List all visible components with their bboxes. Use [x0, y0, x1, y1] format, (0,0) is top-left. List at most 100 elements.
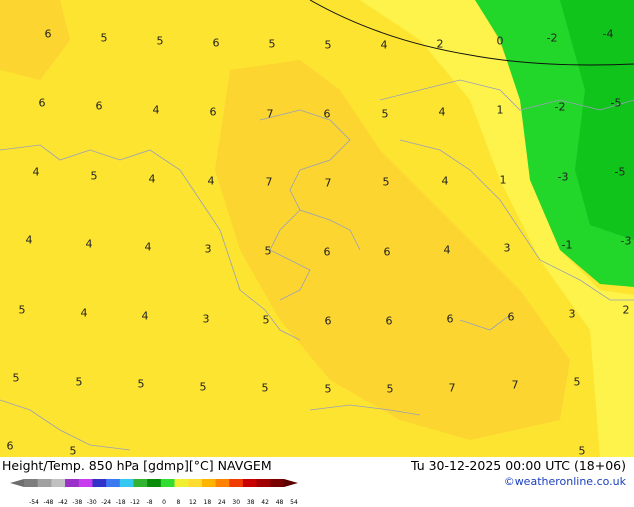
- temperature-label: 4: [441, 174, 449, 188]
- temperature-label: -1: [561, 238, 573, 252]
- temperature-label: 4: [85, 237, 93, 251]
- temperature-label: -2: [554, 100, 566, 114]
- credit-link[interactable]: ©weatheronline.co.uk: [504, 475, 626, 488]
- color-legend-swatch: [229, 479, 244, 487]
- color-legend-tick: 30: [232, 499, 241, 506]
- color-legend-swatch: [174, 479, 189, 487]
- temperature-label: 5: [75, 375, 83, 389]
- temperature-label: 5: [262, 313, 270, 327]
- temperature-label: 7: [265, 175, 273, 189]
- temperature-label: 6: [383, 245, 391, 259]
- temperature-label: 4: [380, 38, 388, 52]
- temperature-label: 7: [324, 176, 332, 190]
- temperature-label: 2: [436, 37, 444, 51]
- temperature-label: 5: [90, 169, 98, 183]
- temperature-label: 6: [385, 314, 393, 328]
- temperature-label: 5: [381, 107, 389, 121]
- color-legend-tick: -54: [29, 499, 39, 506]
- color-legend-high-arrow: [284, 479, 298, 487]
- temperature-label: -5: [614, 165, 626, 179]
- color-legend: -54 -48 -42 -38 -30 -24 -18 -12 -8 0 8 12 18 24 30 38 42…: [10, 473, 310, 506]
- temperature-label: 6: [44, 27, 52, 41]
- temperature-label: 4: [438, 105, 446, 119]
- temperature-label: 6: [507, 310, 515, 324]
- temperature-label: 5: [18, 303, 26, 317]
- temperature-label: 5: [324, 38, 332, 52]
- temperature-label: 2: [622, 303, 630, 317]
- temperature-field: [0, 0, 634, 457]
- temperature-label: 4: [32, 165, 40, 179]
- temperature-label: -3: [557, 170, 569, 184]
- color-legend-tick: -42: [57, 499, 68, 506]
- color-legend-tick: -18: [115, 499, 126, 506]
- temperature-label: 4: [148, 172, 156, 186]
- temperature-label: 4: [443, 243, 451, 257]
- temperature-label: 6: [38, 96, 46, 110]
- temperature-label: -2: [546, 31, 558, 45]
- temperature-label: 4: [25, 233, 33, 247]
- color-legend-tick: 18: [203, 499, 212, 506]
- temperature-label: 6: [209, 105, 217, 119]
- temperature-label: 6: [323, 245, 331, 259]
- temperature-label: 7: [266, 107, 274, 121]
- color-legend-swatch: [51, 479, 66, 487]
- color-legend-swatch: [270, 479, 285, 487]
- temperature-label: 4: [80, 306, 88, 320]
- color-legend-swatch: [24, 479, 39, 487]
- temperature-label: 6: [95, 99, 103, 113]
- temperature-label: 5: [261, 381, 269, 395]
- temperature-label: 5: [156, 34, 164, 48]
- temperature-label: 5: [578, 444, 586, 457]
- temperature-label: 7: [448, 381, 456, 395]
- temperature-label: -3: [620, 234, 632, 248]
- color-legend-swatch: [78, 479, 93, 487]
- temperature-label: 4: [144, 240, 152, 254]
- color-legend-swatch: [37, 479, 52, 487]
- temperature-label: 3: [202, 312, 210, 326]
- temperature-label: 6: [324, 314, 332, 328]
- temperature-label: 6: [446, 312, 454, 326]
- color-legend-ticks: -54 -48 -42 -38 -30 -24 -18 -12 -8 0 8 12 18 24 30 38 42…: [10, 500, 310, 507]
- color-legend-tick: 12: [189, 499, 197, 506]
- temperature-label: 5: [386, 382, 394, 396]
- color-legend-tick: -12: [130, 499, 141, 506]
- color-legend-swatch: [92, 479, 107, 487]
- color-legend-tick: 0: [162, 499, 166, 506]
- color-legend-tick: -48: [43, 499, 54, 506]
- color-legend-tick: -30: [86, 499, 97, 506]
- temperature-label: 3: [568, 307, 576, 321]
- temperature-label: 5: [573, 375, 581, 389]
- color-legend-tick: -38: [72, 499, 83, 506]
- valid-time: Tu 30-12-2025 00:00 UTC (18+06): [410, 458, 626, 473]
- temperature-label: 6: [6, 439, 14, 453]
- color-legend-low-arrow: [10, 479, 24, 487]
- temperature-label: 4: [152, 103, 160, 117]
- temperature-label: 4: [207, 174, 215, 188]
- temperature-label: 3: [503, 241, 511, 255]
- temperature-label: -5: [610, 96, 622, 110]
- temperature-label: 1: [496, 103, 504, 117]
- color-legend-swatch: [188, 479, 203, 487]
- temperature-label: 5: [100, 31, 108, 45]
- color-legend-swatch: [201, 479, 217, 487]
- temperature-label: 1: [499, 173, 507, 187]
- color-legend-swatch: [256, 479, 271, 487]
- color-legend-swatch: [119, 479, 134, 487]
- temperature-label: -4: [602, 27, 614, 41]
- temperature-label: 6: [323, 107, 331, 121]
- temperature-label: 0: [496, 34, 504, 48]
- color-legend-swatch: [65, 479, 80, 487]
- temperature-label: 5: [268, 37, 276, 51]
- color-legend-tick: 54: [290, 499, 298, 506]
- color-legend-tick: 48: [275, 499, 284, 506]
- color-legend-tick: 42: [261, 499, 269, 506]
- temperature-label: 5: [199, 380, 207, 394]
- temperature-label: 5: [69, 444, 77, 457]
- temperature-label: 5: [12, 371, 20, 385]
- color-legend-tick: -8: [146, 499, 153, 506]
- temperature-label: 3: [204, 242, 212, 256]
- color-legend-swatch: [106, 479, 121, 487]
- color-legend-swatch: [215, 479, 230, 487]
- temperature-label: 6: [212, 36, 220, 50]
- color-legend-swatch: [160, 479, 176, 487]
